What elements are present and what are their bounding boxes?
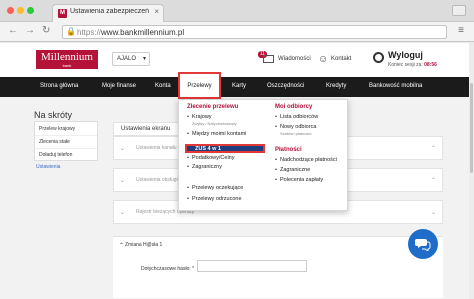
browser-menu-icon[interactable]: ≡ bbox=[458, 25, 464, 36]
shortcut-phone-topup[interactable]: Doładuj telefon bbox=[39, 152, 72, 158]
minimize-window-button[interactable] bbox=[17, 7, 24, 14]
tab-bar: M Ustawienia zabezpieczeń × bbox=[0, 0, 474, 22]
chevron-down-icon: ⌄ bbox=[120, 210, 126, 216]
logo-text: Millennium bbox=[41, 51, 93, 63]
recipients-heading: Moi odbiorcy bbox=[275, 104, 313, 110]
scrollbar-thumb[interactable] bbox=[470, 83, 473, 173]
lock-icon: 🔒 bbox=[66, 27, 76, 36]
menu-item-zus-label: ZUS 4 w 1 bbox=[195, 146, 221, 152]
payments-heading: Płatności bbox=[275, 147, 302, 153]
close-window-button[interactable] bbox=[7, 7, 14, 14]
shortcut-domestic-transfer[interactable]: Przelew krajowy bbox=[39, 126, 75, 132]
menu-item-new-recipient-sub: Szablon płatności bbox=[280, 131, 312, 136]
shortcut-standing-orders[interactable]: Zlecenia stałe bbox=[39, 139, 70, 145]
nav-item-accounts[interactable]: Konta bbox=[155, 83, 171, 89]
transfer-order-heading: Zlecenie przelewu bbox=[187, 104, 239, 110]
nav-item-home[interactable]: Strona główna bbox=[40, 83, 78, 89]
forward-icon[interactable]: → bbox=[25, 25, 35, 36]
tab-title: Ustawienia zabezpieczeń bbox=[70, 8, 149, 15]
page-scrollbar[interactable] bbox=[469, 43, 474, 299]
menu-item-zus[interactable]: ZUS 4 w 1 bbox=[185, 144, 265, 153]
address-bar[interactable]: 🔒 https://www.bankmillennium.pl bbox=[62, 25, 447, 39]
session-label: Koniec sesji za: bbox=[388, 62, 423, 68]
nav-item-loans[interactable]: Kredyty bbox=[326, 83, 346, 89]
url-scheme: https:// bbox=[77, 28, 102, 37]
transfers-dropdown-menu: Zlecenie przelewu Krajowy Zwykły / Natyc… bbox=[178, 99, 348, 211]
nav-item-finance[interactable]: Moje finanse bbox=[102, 83, 136, 89]
bank-logo[interactable]: Millennium bank bbox=[36, 50, 98, 69]
back-icon[interactable]: ← bbox=[8, 25, 18, 36]
nav-item-cards[interactable]: Karty bbox=[232, 83, 246, 89]
favicon-icon: M bbox=[58, 9, 67, 18]
menu-item-own-accounts[interactable]: Między moimi kontami bbox=[187, 131, 246, 137]
chevron-up-icon: ⌃ bbox=[430, 146, 436, 152]
current-password-input[interactable] bbox=[197, 260, 307, 272]
profile-button[interactable] bbox=[452, 5, 466, 16]
language-select[interactable]: AJALO ▾ bbox=[112, 52, 150, 66]
session-timer: Koniec sesji za: 08:56 bbox=[388, 62, 437, 68]
contact-link[interactable]: Kontakt bbox=[331, 56, 351, 62]
chat-button[interactable] bbox=[408, 229, 438, 259]
menu-item-pending[interactable]: Przelewy oczekujące bbox=[187, 185, 243, 191]
chevron-down-icon: ▾ bbox=[142, 56, 146, 62]
settings-link[interactable]: Ustawienia bbox=[36, 164, 60, 170]
chevron-down-icon: ⌄ bbox=[120, 146, 126, 152]
messages-link[interactable]: Wiadomości bbox=[278, 56, 311, 62]
panel-1-text: Ustawienia kanału bbox=[136, 145, 177, 151]
chevron-up-icon[interactable]: ⌃ bbox=[119, 242, 124, 249]
reload-icon[interactable]: ↻ bbox=[42, 25, 50, 36]
menu-item-foreign[interactable]: Zagraniczny bbox=[187, 164, 222, 170]
site-header: Millennium bank AJALO ▾ 11 Wiadomości ☺ … bbox=[0, 43, 474, 77]
chat-bubble-icon[interactable]: ☺ bbox=[318, 54, 328, 65]
close-tab-icon[interactable]: × bbox=[154, 7, 159, 16]
shortcuts-box: Przelew krajowy Zlecenia stałe Doładuj t… bbox=[34, 121, 98, 161]
logo-sub: bank bbox=[62, 63, 72, 68]
menu-item-foreign-payments[interactable]: Zagraniczne bbox=[275, 167, 310, 173]
password-change-panel: ⌃ Zmiana H@sła 1 Dotychczasowe hasło: * bbox=[113, 236, 443, 298]
nav-item-transfers-label: Przelewy bbox=[187, 83, 212, 89]
chevron-up-icon: ⌃ bbox=[430, 178, 436, 184]
panel-2-text: Ustawienia obsługi bbox=[136, 177, 178, 183]
menu-item-domestic[interactable]: Krajowy bbox=[187, 114, 211, 120]
divider bbox=[35, 135, 97, 136]
browser-tab[interactable]: M Ustawienia zabezpieczeń × bbox=[52, 4, 164, 22]
address-toolbar: ← → ↻ 🔒 https://www.bankmillennium.pl ≡ bbox=[0, 22, 474, 42]
shortcuts-title: Na skróty bbox=[34, 110, 73, 120]
password-change-title: Zmiana H@sła 1 bbox=[125, 242, 163, 248]
menu-item-direct-debit[interactable]: Polecenia zapłaty bbox=[275, 177, 323, 183]
nav-item-transfers[interactable]: Przelewy bbox=[178, 72, 221, 99]
language-value: AJALO bbox=[117, 56, 137, 62]
chevron-down-icon: ⌄ bbox=[120, 178, 126, 184]
browser-window: M Ustawienia zabezpieczeń × ← → ↻ 🔒 http… bbox=[0, 0, 474, 299]
menu-item-upcoming[interactable]: Nadchodzące płatności bbox=[275, 157, 337, 163]
current-password-label: Dotychczasowe hasło: * bbox=[141, 266, 195, 272]
divider bbox=[35, 148, 97, 149]
menu-item-new-recipient[interactable]: Nowy odbiorca bbox=[275, 124, 316, 130]
main-nav: Strona główna Moje finanse Konta Karty O… bbox=[0, 77, 474, 97]
menu-item-recipient-list[interactable]: Lista odbiorców bbox=[275, 114, 318, 120]
envelope-icon[interactable] bbox=[263, 55, 274, 63]
power-icon[interactable] bbox=[373, 52, 384, 63]
menu-item-domestic-sub: Zwykły / Natychmiastowy bbox=[192, 121, 237, 126]
session-time: 08:56 bbox=[424, 62, 437, 68]
maximize-window-button[interactable] bbox=[27, 7, 34, 14]
url-host: www.bankmillennium.pl bbox=[101, 28, 185, 37]
url-text: https://www.bankmillennium.pl bbox=[77, 28, 184, 37]
logout-button[interactable]: Wyloguj bbox=[388, 50, 423, 60]
page: Millennium bank AJALO ▾ 11 Wiadomości ☺ … bbox=[0, 43, 474, 299]
menu-item-rejected[interactable]: Przelewy odrzucone bbox=[187, 196, 241, 202]
nav-item-mobile[interactable]: Bankowość mobilna bbox=[369, 83, 422, 89]
nav-item-savings[interactable]: Oszczędności bbox=[267, 83, 304, 89]
menu-item-tax[interactable]: Podatkowy/Celny bbox=[187, 155, 234, 161]
chevron-down-icon: ⌄ bbox=[430, 210, 436, 216]
chat-icon bbox=[415, 239, 431, 251]
